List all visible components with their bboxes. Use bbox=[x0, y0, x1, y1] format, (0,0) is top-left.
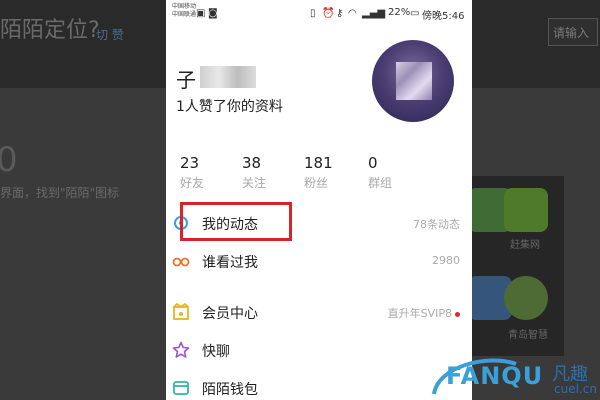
status-time: 傍晚5:46 bbox=[422, 11, 465, 22]
alarm-icon: ⏰ bbox=[322, 8, 335, 19]
image-notification-icon: ▣ bbox=[196, 8, 206, 19]
new-dot-badge bbox=[455, 311, 460, 317]
carrier-1: 中国移动 bbox=[172, 3, 197, 10]
vibrate-icon: ▯ bbox=[310, 8, 316, 19]
menu-right-text: 2980 bbox=[432, 254, 460, 267]
stat-label: 群组 bbox=[368, 176, 393, 190]
watermark-brand: FANQU bbox=[446, 362, 544, 390]
android-app-icon bbox=[504, 276, 548, 320]
stat-label: 粉丝 bbox=[304, 176, 329, 190]
profile-name-char: 子 bbox=[176, 68, 196, 92]
stat-value: 23 bbox=[180, 154, 200, 172]
star-icon bbox=[172, 341, 190, 358]
stat-label: 关注 bbox=[242, 176, 267, 190]
menu-label: 快聊 bbox=[202, 344, 230, 360]
avatar-blur bbox=[396, 62, 432, 100]
ganji-app-icon bbox=[504, 188, 548, 232]
menu-right-text: 78条动态 bbox=[413, 218, 460, 231]
wallet-icon bbox=[173, 381, 189, 395]
background-step-number: 0 bbox=[0, 140, 18, 180]
stat-friends[interactable]: 23 好友 bbox=[180, 154, 240, 191]
key-icon: ⚷ bbox=[336, 8, 344, 19]
avatar[interactable] bbox=[372, 40, 454, 122]
background-title: 陌陌定位? bbox=[0, 18, 100, 43]
stat-groups[interactable]: 0 群组 bbox=[368, 154, 428, 191]
stat-value: 38 bbox=[242, 154, 262, 172]
background-instruction: 界面，找到"陌陌"图标 bbox=[0, 186, 120, 200]
phone-screen: 中国移动 中国联通 ▣ ◙ ▯ ⏰ ⚷ ◠ ▂▄▆ 22% ▭ 傍晚5:46 子… bbox=[166, 0, 472, 400]
background-search-input: 请输入 bbox=[548, 18, 598, 46]
status-bar: 中国移动 中国联通 ▣ ◙ ▯ ⏰ ⚷ ◠ ▂▄▆ 22% ▭ 傍晚5:46 bbox=[166, 0, 472, 24]
menu-label: 会员中心 bbox=[202, 306, 258, 322]
wifi-icon: ◠ bbox=[348, 8, 357, 19]
stat-fans[interactable]: 181 粉丝 bbox=[304, 154, 364, 191]
likes-text[interactable]: 1人赞了你的资料 bbox=[176, 96, 283, 116]
vip-icon bbox=[173, 303, 189, 320]
vip-promo-text: 直升年SVIP8 bbox=[387, 307, 452, 320]
watermark-logo: FANQU 凡趣 cuel.cn bbox=[428, 348, 600, 400]
signal-icon: ▂▄▆ bbox=[362, 8, 386, 19]
menu-item-vip[interactable]: 会员中心 直升年SVIP8 bbox=[166, 297, 472, 331]
battery-icon: ▭ bbox=[410, 8, 420, 19]
menu-item-wallet[interactable]: 陌陌钱包 bbox=[166, 373, 472, 400]
background-app-grid: 赶集网 青岛智慧 bbox=[464, 176, 564, 356]
carrier-2: 中国联通 bbox=[172, 11, 197, 18]
stat-label: 好友 bbox=[180, 176, 205, 190]
stat-value: 0 bbox=[368, 154, 378, 172]
menu-item-quick-chat[interactable]: 快聊 bbox=[166, 335, 472, 369]
stat-value: 181 bbox=[304, 154, 333, 172]
name-blur bbox=[200, 66, 256, 88]
background-link: 切 赞 bbox=[96, 28, 124, 42]
stat-following[interactable]: 38 关注 bbox=[242, 154, 302, 191]
menu-right-text: 直升年SVIP8 bbox=[388, 305, 460, 321]
watermark-url: cuel.cn bbox=[554, 382, 597, 396]
carrier-info: 中国移动 中国联通 bbox=[172, 3, 196, 19]
menu-label: 陌陌钱包 bbox=[202, 382, 258, 398]
shield-icon: ◙ bbox=[208, 8, 218, 19]
highlight-box bbox=[180, 202, 292, 241]
app-label-qingdao: 青岛智慧 bbox=[508, 330, 548, 341]
glasses-icon bbox=[172, 257, 190, 267]
battery-percent: 22% bbox=[388, 7, 411, 18]
app-label-ganji: 赶集网 bbox=[510, 240, 540, 251]
profile-name[interactable]: 子 bbox=[176, 64, 256, 92]
menu-item-visitors[interactable]: 谁看过我 2980 bbox=[166, 246, 472, 280]
menu-label: 谁看过我 bbox=[202, 255, 258, 271]
